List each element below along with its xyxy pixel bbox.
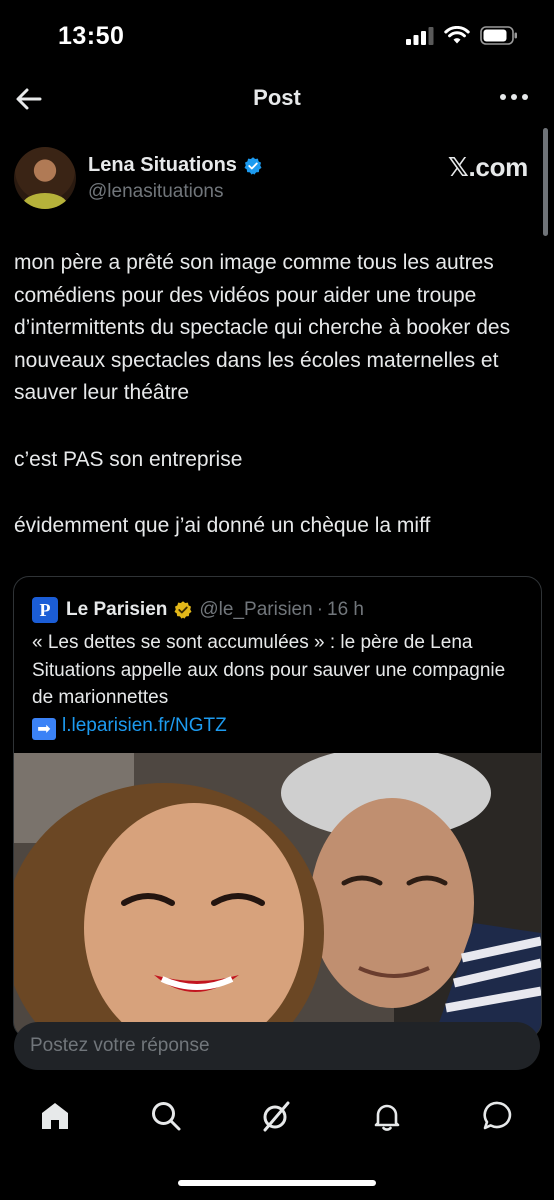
scrollbar[interactable] <box>543 128 548 236</box>
reply-placeholder: Postez votre réponse <box>30 1035 210 1056</box>
photo-illustration <box>14 753 541 1037</box>
quoted-post-text: « Les dettes se sont accumulées » : le p… <box>32 629 528 741</box>
author-name-row[interactable]: Lena Situations <box>88 154 263 177</box>
more-dot-icon <box>500 94 506 100</box>
home-icon <box>42 1103 68 1129</box>
grok-icon <box>263 1101 290 1132</box>
x-brand-logo: 𝕏.com <box>447 152 528 182</box>
more-dot-icon <box>511 94 517 100</box>
quoted-headline: « Les dettes se sont accumulées » : le p… <box>32 632 506 708</box>
gold-verified-badge-icon <box>173 600 193 620</box>
quoted-post-header: P Le Parisien @le_Parisien · 16 h <box>32 597 364 623</box>
quoted-author-name: Le Parisien <box>66 599 168 620</box>
battery-icon <box>480 26 517 45</box>
avatar[interactable] <box>14 147 76 209</box>
tab-search[interactable] <box>148 1098 184 1134</box>
separator-dot: · <box>316 599 324 620</box>
status-time: 13:50 <box>58 22 125 50</box>
post-paragraph: c’est PAS son entreprise <box>14 447 243 471</box>
reply-input[interactable]: Postez votre réponse <box>14 1022 540 1070</box>
verified-badge-icon <box>244 156 262 175</box>
tab-messages[interactable] <box>480 1098 516 1134</box>
signal-icon <box>406 26 434 45</box>
page-title: Post <box>253 85 301 110</box>
more-options-button[interactable] <box>500 94 528 100</box>
tab-grok[interactable] <box>258 1098 294 1134</box>
home-indicator <box>178 1180 376 1186</box>
more-dot-icon <box>522 94 528 100</box>
quoted-post-card[interactable]: P Le Parisien @le_Parisien · 16 h « Les … <box>13 576 542 1038</box>
right-arrow-emoji-icon: ➡ <box>32 718 56 741</box>
notifications-icon <box>374 1104 400 1131</box>
wifi-icon <box>444 26 470 44</box>
tab-notifications[interactable] <box>369 1098 405 1134</box>
post-paragraph: évidemment que j’ai donné un chèque la m… <box>14 514 431 537</box>
tab-home[interactable] <box>37 1098 73 1134</box>
post-text: mon père a prêté son image comme tous le… <box>14 247 544 543</box>
author-name: Lena Situations <box>88 154 237 176</box>
quoted-post-time: 16 h <box>327 599 364 620</box>
messages-icon <box>483 1101 512 1130</box>
quoted-link[interactable]: l.leparisien.fr/NGTZ <box>62 715 227 736</box>
post-paragraph: mon père a prêté son image comme tous le… <box>14 251 511 404</box>
le-parisien-logo: P <box>32 597 58 623</box>
search-icon <box>152 1102 181 1131</box>
author-handle[interactable]: @lenasituations <box>88 181 223 203</box>
quoted-post-photo[interactable] <box>14 753 541 1037</box>
status-icons <box>406 26 518 45</box>
quoted-author-handle: @le_Parisien <box>199 599 313 620</box>
